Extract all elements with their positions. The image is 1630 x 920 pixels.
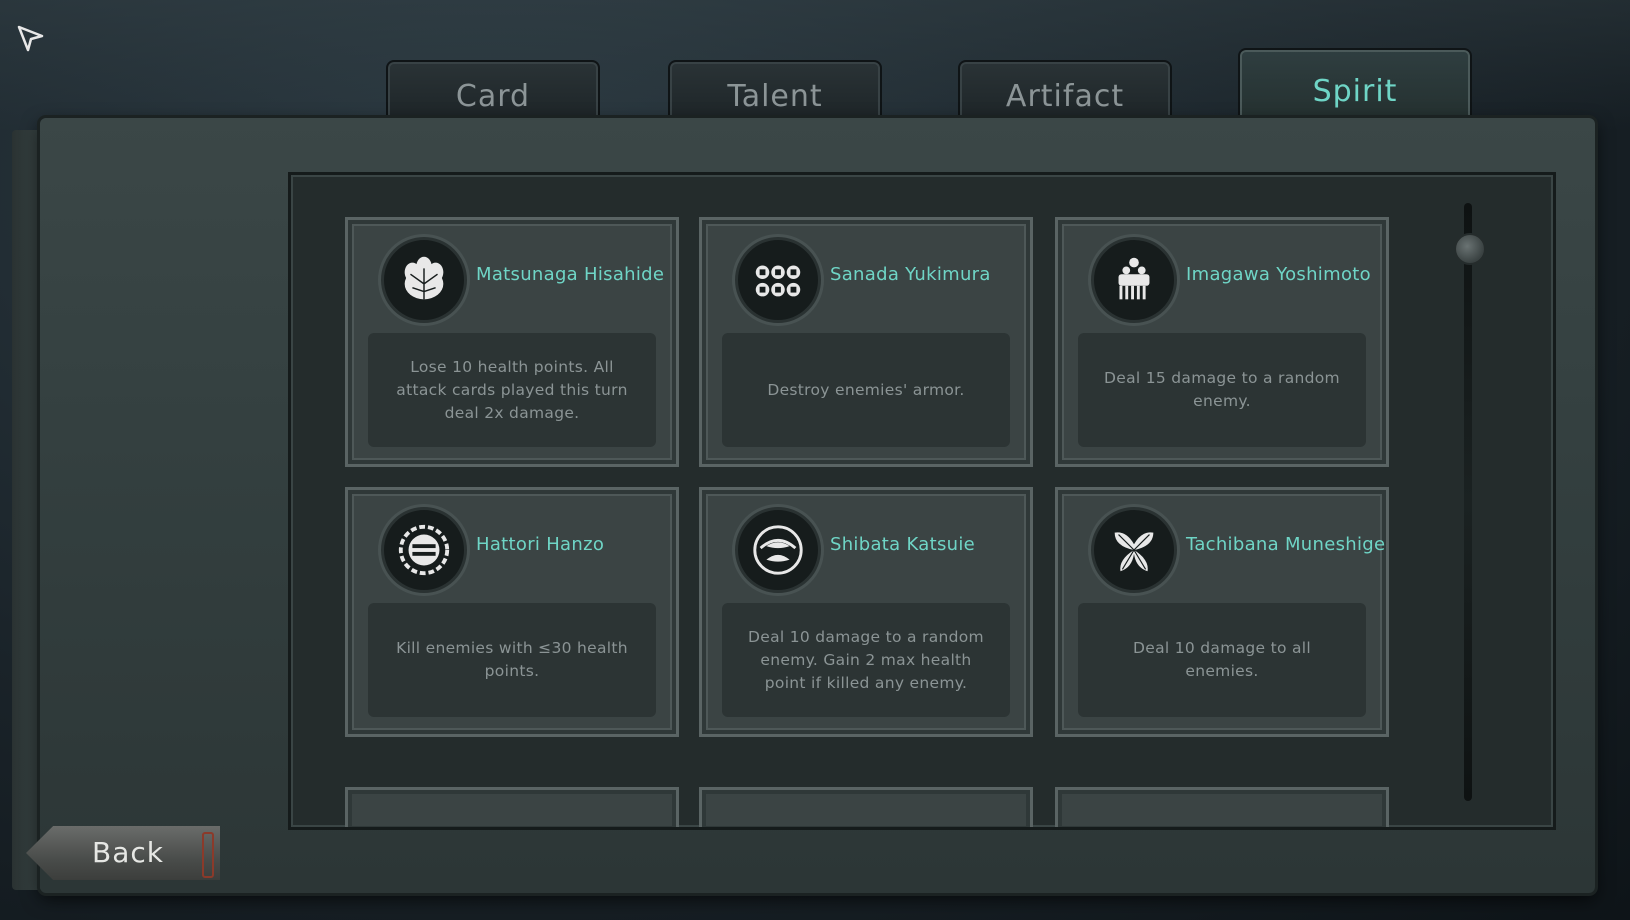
tab-spirit[interactable]: Spirit [1238, 48, 1472, 124]
spirit-name: Hattori Hanzo [476, 534, 605, 555]
spirit-description: Destroy enemies' armor. [767, 380, 965, 399]
spirit-card-partial[interactable] [1055, 787, 1389, 827]
spirit-card-shibata[interactable]: Shibata Katsuie Deal 10 damage to a rand… [699, 487, 1033, 737]
wild-goose-crest-icon [735, 507, 821, 593]
wheel-crest-icon [381, 507, 467, 593]
spirit-description: Lose 10 health points. All attack cards … [396, 357, 628, 422]
spirit-description-box: Kill enemies with ≤30 health points. [368, 603, 656, 717]
tab-talent[interactable]: Talent [668, 60, 882, 124]
spirit-description-box: Deal 15 damage to a random enemy. [1078, 333, 1366, 447]
spirit-description: Deal 10 damage to a random enemy. Gain 2… [748, 627, 984, 692]
spirit-card-imagawa[interactable]: Imagawa Yoshimoto Deal 15 damage to a ra… [1055, 217, 1389, 467]
spirit-description: Deal 10 damage to all enemies. [1133, 639, 1311, 680]
spirit-description: Kill enemies with ≤30 health points. [396, 639, 628, 680]
spirit-card-tachibana[interactable]: Tachibana Muneshige Deal 10 damage to al… [1055, 487, 1389, 737]
tab-artifact[interactable]: Artifact [958, 60, 1172, 124]
scrollbar-track[interactable] [1464, 203, 1472, 801]
spirit-grid: Matsunaga Hisahide Lose 10 health points… [288, 172, 1556, 830]
scrollbar-thumb[interactable] [1454, 233, 1486, 265]
spirit-card-sanada[interactable]: Sanada Yukimura Destroy enemies' armor. [699, 217, 1033, 467]
spirit-description-box: Lose 10 health points. All attack cards … [368, 333, 656, 447]
back-button[interactable]: Back [26, 826, 220, 880]
spirit-description: Deal 15 damage to a random enemy. [1104, 369, 1340, 410]
spirit-description-box: Destroy enemies' armor. [722, 333, 1010, 447]
spirit-card-partial[interactable] [345, 787, 679, 827]
paulownia-crest-icon [381, 237, 467, 323]
spirit-name: Tachibana Muneshige [1186, 534, 1386, 555]
back-button-strap [202, 832, 214, 878]
spirit-name: Sanada Yukimura [830, 264, 991, 285]
spirit-name: Shibata Katsuie [830, 534, 976, 555]
tab-card[interactable]: Card [386, 60, 600, 124]
gingko-crest-icon [1091, 507, 1177, 593]
comb-crest-icon [1091, 237, 1177, 323]
spirit-name: Imagawa Yoshimoto [1186, 264, 1371, 285]
spirit-card-matsunaga[interactable]: Matsunaga Hisahide Lose 10 health points… [345, 217, 679, 467]
spirit-description-box: Deal 10 damage to all enemies. [1078, 603, 1366, 717]
spirit-name: Matsunaga Hisahide [476, 264, 665, 285]
paper-edge [12, 130, 42, 890]
spirit-description-box: Deal 10 damage to a random enemy. Gain 2… [722, 603, 1010, 717]
spirit-card-partial[interactable] [699, 787, 1033, 827]
six-coins-crest-icon [735, 237, 821, 323]
spirit-card-hattori[interactable]: Hattori Hanzo Kill enemies with ≤30 heal… [345, 487, 679, 737]
cursor-arrow-icon [17, 25, 44, 52]
